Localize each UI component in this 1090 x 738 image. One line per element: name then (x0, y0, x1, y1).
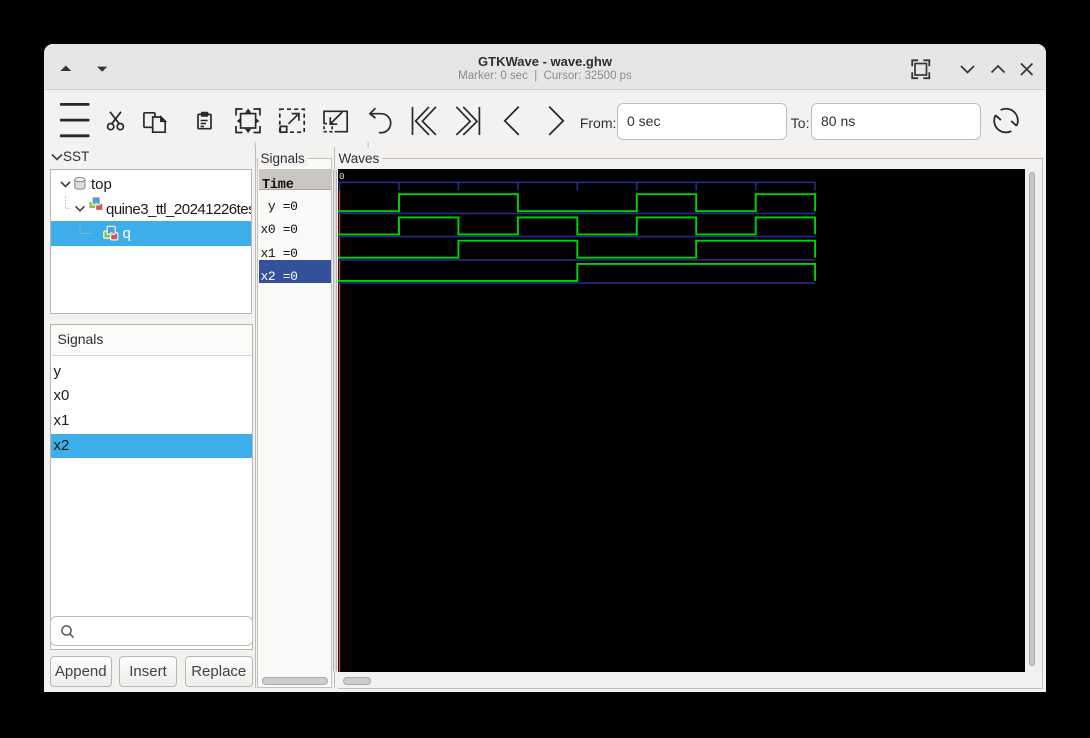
svg-text:0: 0 (339, 171, 345, 182)
